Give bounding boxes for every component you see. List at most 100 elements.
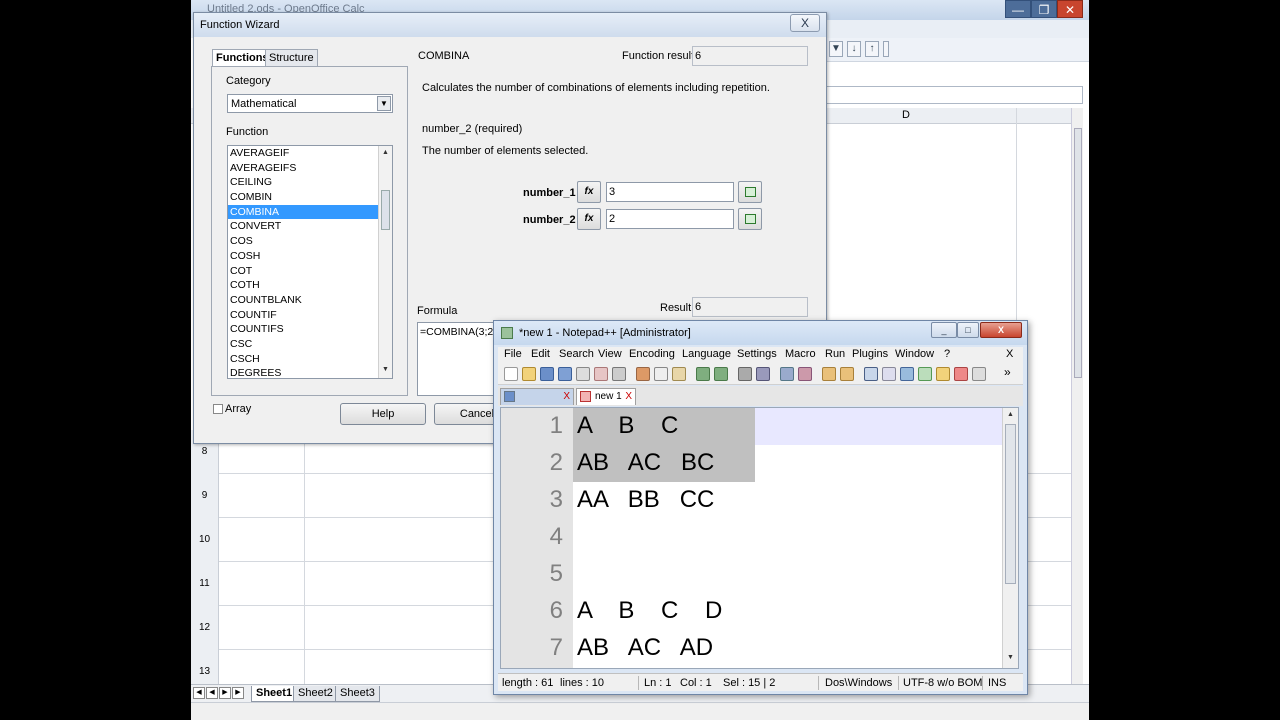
cut-icon[interactable] <box>636 367 650 381</box>
menu-settings[interactable]: Settings <box>737 348 777 360</box>
number-2-input[interactable]: 2 <box>606 209 734 229</box>
list-item[interactable]: COSH <box>228 249 392 264</box>
maximize-icon[interactable]: □ <box>957 322 979 338</box>
column-header-d[interactable]: D <box>902 109 910 121</box>
scroll-up-icon[interactable]: ▲ <box>1007 411 1014 418</box>
tab-structure[interactable]: Structure <box>265 49 318 67</box>
save-icon[interactable] <box>540 367 554 381</box>
doc-map-icon[interactable] <box>936 367 950 381</box>
save-all-icon[interactable] <box>558 367 572 381</box>
maximize-icon[interactable]: ❐ <box>1031 0 1057 18</box>
list-item[interactable]: COUNTIFS <box>228 322 392 337</box>
sync-vertical-icon[interactable] <box>822 367 836 381</box>
calc-formula-input[interactable] <box>821 86 1083 104</box>
list-item[interactable]: CSC <box>228 337 392 352</box>
record-macro-icon[interactable] <box>954 367 968 381</box>
menu-macro[interactable]: Macro <box>785 348 816 360</box>
scroll-up-icon[interactable]: ▲ <box>382 149 389 156</box>
word-wrap-icon[interactable] <box>864 367 878 381</box>
menu-file[interactable]: File <box>504 348 522 360</box>
code-line[interactable]: A B C <box>577 412 678 440</box>
list-item[interactable]: DEGREES <box>228 366 392 378</box>
close-file-icon[interactable] <box>576 367 590 381</box>
shrink-dialog-icon[interactable] <box>738 208 762 230</box>
tab-sheet3[interactable]: Sheet3 <box>335 686 380 702</box>
prev-sheet-icon[interactable]: ◀ <box>206 687 218 699</box>
close-all-icon[interactable] <box>594 367 608 381</box>
scroll-thumb[interactable] <box>1005 424 1016 584</box>
list-item[interactable]: CSCH <box>228 352 392 367</box>
list-item[interactable]: COT <box>228 264 392 279</box>
code-line[interactable]: A B C D <box>577 597 722 625</box>
list-item[interactable]: AVERAGEIFS <box>228 161 392 176</box>
last-sheet-icon[interactable]: ▶ <box>232 687 244 699</box>
scroll-down-icon[interactable]: ▼ <box>382 366 389 373</box>
npp-vertical-scrollbar[interactable]: ▲ ▼ <box>1002 408 1018 668</box>
new-file-icon[interactable] <box>504 367 518 381</box>
sync-horizontal-icon[interactable] <box>840 367 854 381</box>
list-item[interactable]: AVERAGEIF <box>228 146 392 161</box>
undo-icon[interactable] <box>696 367 710 381</box>
list-item[interactable]: COS <box>228 234 392 249</box>
menu-view[interactable]: View <box>598 348 622 360</box>
list-item[interactable]: COUNTIF <box>228 308 392 323</box>
tab-document-1[interactable]: X <box>500 388 574 405</box>
zoom-in-icon[interactable] <box>780 367 794 381</box>
list-item[interactable]: COMBIN <box>228 190 392 205</box>
list-item-selected[interactable]: COMBINA <box>228 204 392 220</box>
fx-icon[interactable]: fx <box>577 181 601 203</box>
list-item[interactable]: CEILING <box>228 175 392 190</box>
dialog-close-button[interactable]: X <box>790 14 820 32</box>
fx-icon[interactable]: fx <box>577 208 601 230</box>
row-number[interactable]: 10 <box>191 518 219 562</box>
menu-edit[interactable]: Edit <box>531 348 550 360</box>
open-file-icon[interactable] <box>522 367 536 381</box>
code-line[interactable]: AB AC BC <box>577 449 714 477</box>
menu-run[interactable]: Run <box>825 348 845 360</box>
number-1-input[interactable]: 3 <box>606 182 734 202</box>
code-line[interactable]: AB AC AD <box>577 634 713 662</box>
array-checkbox[interactable] <box>213 404 223 414</box>
help-button[interactable]: Help <box>340 403 426 425</box>
menu-close-document[interactable]: X <box>1006 348 1013 360</box>
menu-search[interactable]: Search <box>559 348 594 360</box>
next-sheet-icon[interactable]: ▶ <box>219 687 231 699</box>
code-line[interactable]: AA BB CC <box>577 486 714 514</box>
print-icon[interactable] <box>612 367 626 381</box>
row-number[interactable]: 12 <box>191 606 219 650</box>
define-language-icon[interactable] <box>918 367 932 381</box>
paste-icon[interactable] <box>672 367 686 381</box>
row-number[interactable]: 9 <box>191 474 219 518</box>
minimize-icon[interactable]: _ <box>931 322 957 338</box>
menu-help[interactable]: ? <box>944 348 950 360</box>
find-icon[interactable] <box>738 367 752 381</box>
chevron-down-icon[interactable]: ▼ <box>377 96 391 111</box>
tab-sheet1[interactable]: Sheet1 <box>251 686 298 702</box>
menu-encoding[interactable]: Encoding <box>629 348 675 360</box>
shrink-dialog-icon[interactable] <box>738 181 762 203</box>
copy-icon[interactable] <box>654 367 668 381</box>
list-item[interactable]: CONVERT <box>228 219 392 234</box>
indent-guide-icon[interactable] <box>900 367 914 381</box>
tab-sheet2[interactable]: Sheet2 <box>293 686 338 702</box>
redo-icon[interactable] <box>714 367 728 381</box>
tab-close-icon[interactable]: X <box>625 389 632 404</box>
first-sheet-icon[interactable]: ◀ <box>193 687 205 699</box>
category-select[interactable]: Mathematical ▼ <box>227 94 393 113</box>
menu-window[interactable]: Window <box>895 348 934 360</box>
function-list-scrollbar[interactable]: ▲ ▼ <box>378 146 392 378</box>
toolbar-more-icon[interactable]: » <box>1004 365 1011 379</box>
menu-plugins[interactable]: Plugins <box>852 348 888 360</box>
row-number[interactable]: 11 <box>191 562 219 606</box>
sort-ascending-icon[interactable]: ↑ <box>865 41 879 57</box>
dropdown-arrow-icon[interactable]: ▼ <box>829 41 843 57</box>
scroll-thumb[interactable] <box>381 190 390 230</box>
sort-descending-icon[interactable]: ↓ <box>847 41 861 57</box>
replace-icon[interactable] <box>756 367 770 381</box>
close-icon[interactable]: ✕ <box>1057 0 1083 18</box>
scroll-thumb[interactable] <box>1074 128 1082 378</box>
scroll-down-icon[interactable]: ▼ <box>1007 654 1014 661</box>
stop-macro-icon[interactable] <box>972 367 986 381</box>
list-item[interactable]: COUNTBLANK <box>228 293 392 308</box>
calc-vertical-scrollbar[interactable] <box>1071 108 1083 688</box>
